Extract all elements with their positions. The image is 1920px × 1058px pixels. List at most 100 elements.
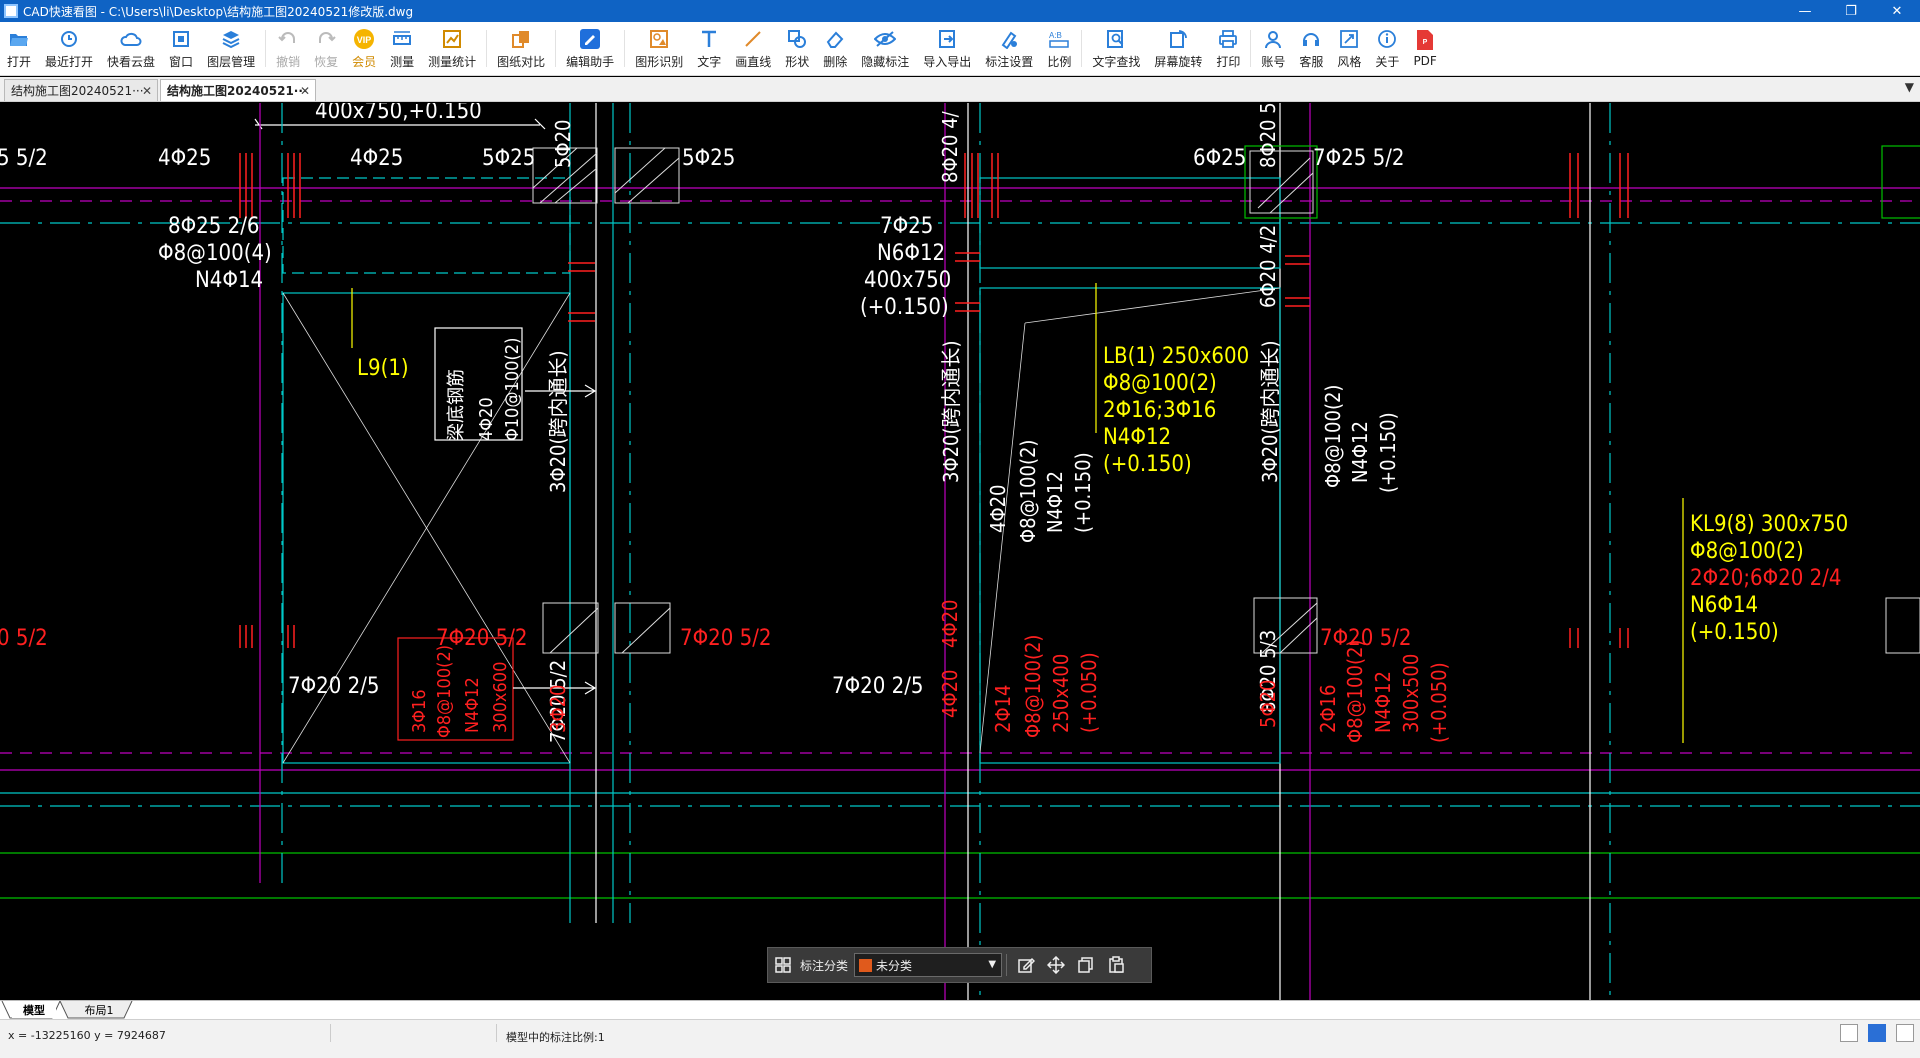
shape-button[interactable]: 形状: [778, 22, 816, 75]
view-mode-icon[interactable]: [1868, 1024, 1886, 1042]
main-toolbar: 打开 最近打开 快看云盘 窗口 图层管理 撤销 恢复 VIP 会员 测量 测量统…: [0, 22, 1920, 76]
cad-text: 7Φ20 5/2: [680, 626, 771, 651]
toolbar-divider: [624, 30, 626, 67]
style-button[interactable]: 风格: [1330, 22, 1368, 75]
window-button[interactable]: 窗口: [162, 22, 200, 75]
svg-text:VIP: VIP: [357, 35, 372, 45]
compare-button[interactable]: 图纸对比: [490, 22, 552, 75]
layers-label: 图层管理: [207, 54, 256, 69]
grid-toggle-icon[interactable]: [1896, 1024, 1914, 1042]
cad-text: Φ8@100(2): [1343, 640, 1367, 743]
status-divider: [330, 1024, 331, 1042]
compare-label: 图纸对比: [497, 54, 546, 69]
cad-text: 4Φ20: [938, 600, 962, 649]
move-icon[interactable]: [1041, 948, 1071, 982]
measure-button[interactable]: 测量: [383, 22, 421, 75]
pdf-button[interactable]: P PDF: [1406, 22, 1443, 75]
measure-icon: [391, 28, 413, 50]
tab-model[interactable]: 模型: [12, 1001, 56, 1018]
shape-label: 形状: [785, 54, 810, 69]
layout-toggle-icon[interactable]: [1840, 1024, 1858, 1042]
cad-text: (+0.050): [1427, 662, 1451, 743]
open-label: 打开: [7, 54, 32, 69]
pdf-label: PDF: [1413, 54, 1437, 68]
support-button[interactable]: 客服: [1292, 22, 1330, 75]
about-button[interactable]: 关于: [1368, 22, 1406, 75]
close-button[interactable]: ✕: [1874, 0, 1920, 22]
maximize-button[interactable]: ❐: [1828, 0, 1874, 22]
cloud-label: 快看云盘: [107, 54, 156, 69]
close-tab-icon[interactable]: ✕: [142, 84, 152, 98]
cad-text: 3Φ16: [409, 689, 430, 733]
style-icon: [1338, 28, 1360, 50]
cad-text: 7Φ20 2/5: [288, 674, 379, 699]
measure-stats-label: 测量统计: [428, 54, 477, 69]
edit-icon[interactable]: [1011, 948, 1041, 982]
edit-assistant-button[interactable]: 编辑助手: [559, 22, 621, 75]
layout-tab-bar: 模型 布局1: [0, 1000, 1920, 1019]
cad-text: 5Φ20: [551, 120, 575, 169]
copy-icon[interactable]: [1071, 948, 1101, 982]
vip-button[interactable]: VIP 会员: [345, 22, 383, 75]
account-button[interactable]: 账号: [1254, 22, 1292, 75]
document-tab-2[interactable]: 结构施工图20240521··· ✕: [160, 79, 316, 101]
measure-label: 测量: [390, 54, 415, 69]
hide-annotation-button[interactable]: 隐藏标注: [854, 22, 916, 75]
cad-text: Φ8@100(4): [158, 241, 272, 266]
style-label: 风格: [1337, 54, 1362, 69]
cad-text: 300x500: [1399, 654, 1423, 733]
shape-recognize-button[interactable]: 图形识别: [628, 22, 690, 75]
text-search-label: 文字查找: [1092, 54, 1141, 69]
delete-button[interactable]: 删除: [816, 22, 854, 75]
grid-view-icon[interactable]: [768, 948, 798, 982]
hide-annotation-label: 隐藏标注: [861, 54, 910, 69]
annotation-settings-icon: [998, 28, 1020, 50]
cad-drawing[interactable]: 400x750,+0.150 5Φ20 5 5/2 4Φ25 4Φ25 5Φ25…: [0, 103, 1920, 1000]
cad-text: 3Φ20(跨内通长): [546, 350, 570, 493]
text-button[interactable]: 文字: [690, 22, 728, 75]
cloud-button[interactable]: 快看云盘: [100, 22, 162, 75]
line-icon: [742, 28, 764, 50]
paste-icon[interactable]: [1101, 948, 1131, 982]
redo-button[interactable]: 恢复: [307, 22, 345, 75]
minimize-button[interactable]: —: [1782, 0, 1828, 22]
redo-label: 恢复: [314, 54, 339, 69]
import-export-button[interactable]: 导入导出: [916, 22, 978, 75]
measure-stats-button[interactable]: 测量统计: [421, 22, 483, 75]
print-button[interactable]: 打印: [1209, 22, 1247, 75]
undo-button[interactable]: 撤销: [269, 22, 307, 75]
cad-text: 7Φ25: [880, 214, 933, 239]
svg-text:P: P: [1423, 39, 1428, 46]
text-search-button[interactable]: 文字查找: [1085, 22, 1147, 75]
scale-label: 比例: [1047, 54, 1072, 69]
status-bar: x = -13225160 y = 7924687 模型中的标注比例:1: [0, 1019, 1920, 1058]
cad-text: KL9(8) 300x750: [1690, 512, 1848, 537]
toolbar-divider: [1081, 30, 1083, 67]
cad-text: N4Φ12: [1043, 471, 1067, 533]
recent-button[interactable]: 最近打开: [38, 22, 100, 75]
account-icon: [1262, 28, 1284, 50]
line-button[interactable]: 画直线: [728, 22, 778, 75]
annotation-category-select[interactable]: 未分类 ▼: [854, 953, 1003, 977]
annotation-category-bar: 标注分类 未分类 ▼: [767, 947, 1152, 983]
rotate-screen-button[interactable]: 屏幕旋转: [1147, 22, 1209, 75]
document-tab-1[interactable]: 结构施工图20240521··· ✕: [4, 79, 158, 101]
drawing-canvas[interactable]: 400x750,+0.150 5Φ20 5 5/2 4Φ25 4Φ25 5Φ25…: [0, 103, 1920, 1000]
cad-text: N4Φ12: [1371, 671, 1395, 733]
cad-text: 2Φ16: [1316, 685, 1340, 734]
scale-button[interactable]: A:B 比例: [1040, 22, 1078, 75]
undo-icon: [277, 28, 299, 50]
cad-text: Φ8@100(2): [1690, 539, 1804, 564]
cursor-coordinates: x = -13225160 y = 7924687: [8, 1029, 166, 1042]
close-tab-icon[interactable]: ✕: [300, 84, 310, 98]
tab-list-dropdown-icon[interactable]: ▼: [1905, 80, 1914, 94]
cad-text: 6Φ25: [1193, 146, 1246, 171]
cad-text: 4Φ25: [158, 146, 211, 171]
annotation-settings-button[interactable]: 标注设置: [978, 22, 1040, 75]
layers-button[interactable]: 图层管理: [200, 22, 262, 75]
tab-layout1[interactable]: 布局1: [70, 1001, 128, 1018]
cad-text: 7Φ20 2/5: [832, 674, 923, 699]
edit-assistant-label: 编辑助手: [566, 54, 615, 69]
open-button[interactable]: 打开: [0, 22, 38, 75]
line-label: 画直线: [735, 54, 772, 69]
